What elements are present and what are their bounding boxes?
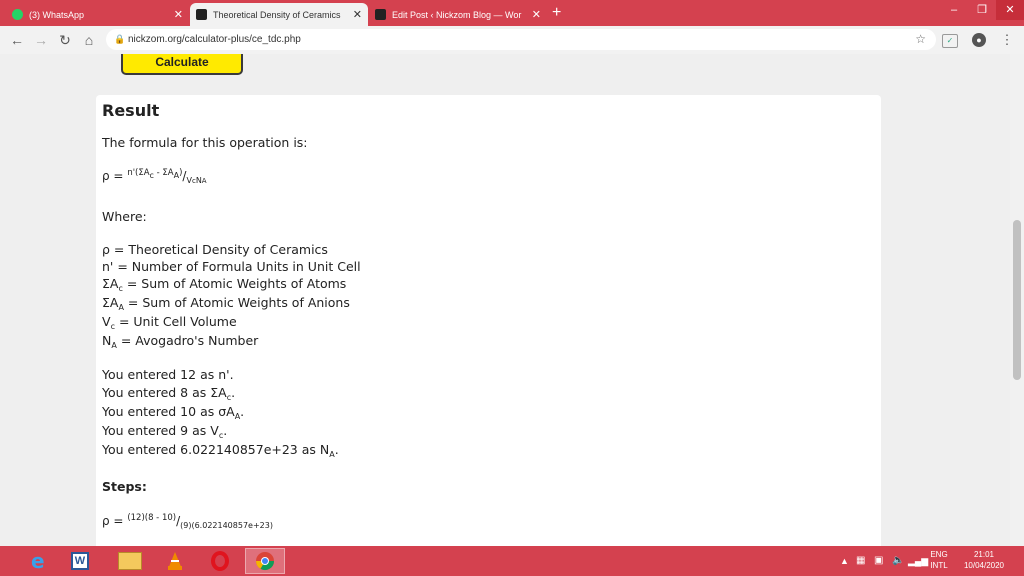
browser-toolbar: ← → ↻ ⌂ 🔒 nickzom.org/calculator-plus/ce… bbox=[0, 26, 1024, 55]
menu-kebab-icon[interactable]: ⋮ bbox=[998, 31, 1016, 49]
url-text: nickzom.org/calculator-plus/ce_tdc.php bbox=[128, 34, 301, 45]
language-indicator[interactable]: ENG INTL bbox=[926, 550, 952, 570]
layout-text: INTL bbox=[930, 561, 948, 570]
formula: ρ = n'(ΣAc - ΣAA)/VcNA bbox=[102, 168, 207, 185]
minimize-icon[interactable]: – bbox=[940, 0, 968, 20]
entry-na: You entered 6.022140857e+23 as NA. bbox=[102, 442, 339, 459]
entry-ac-text: You entered 8 as ΣA bbox=[102, 385, 227, 400]
new-tab-icon[interactable]: + bbox=[552, 3, 561, 23]
tab-title: (3) WhatsApp bbox=[29, 9, 85, 20]
def-aa-text: = Sum of Atomic Weights of Anions bbox=[127, 295, 350, 310]
entry-vc: You entered 9 as Vc. bbox=[102, 423, 228, 440]
where-label: Where: bbox=[102, 209, 147, 224]
def-vc-text: = Unit Cell Volume bbox=[118, 314, 237, 329]
entry-n: You entered 12 as n'. bbox=[102, 367, 234, 382]
tab-theoretical-density[interactable]: Theoretical Density of Ceramics ✕ bbox=[190, 3, 368, 26]
close-window-icon[interactable]: ✕ bbox=[996, 0, 1024, 20]
vlc-icon[interactable] bbox=[155, 548, 195, 574]
result-card: Result The formula for this operation is… bbox=[96, 95, 881, 546]
system-clock[interactable]: 21:01 10/04/2020 bbox=[958, 550, 1010, 570]
entry-ac: You entered 8 as ΣAc. bbox=[102, 385, 236, 402]
scroll-thumb[interactable] bbox=[1013, 220, 1021, 380]
close-tab-icon[interactable]: ✕ bbox=[174, 8, 183, 21]
steps-label: Steps: bbox=[102, 479, 147, 494]
lock-icon: 🔒 bbox=[114, 34, 126, 44]
chrome-icon[interactable] bbox=[245, 548, 285, 574]
nickzom-icon bbox=[375, 9, 386, 20]
reload-icon[interactable]: ↻ bbox=[56, 30, 74, 50]
back-icon[interactable]: ← bbox=[8, 30, 26, 50]
svg-text:e: e bbox=[31, 550, 45, 572]
lang-text: ENG bbox=[930, 550, 948, 559]
address-bar[interactable]: 🔒 nickzom.org/calculator-plus/ce_tdc.php… bbox=[106, 29, 936, 50]
calculate-button[interactable]: Calculate bbox=[121, 54, 243, 75]
word-icon[interactable]: W bbox=[60, 548, 100, 574]
def-n: n' = Number of Formula Units in Unit Cel… bbox=[102, 259, 361, 274]
steps-formula: ρ = (12)(8 - 10)/(9)(6.022140857e+23) bbox=[102, 513, 273, 530]
def-na: NA = Avogadro's Number bbox=[102, 333, 259, 350]
tab-edit-post[interactable]: Edit Post ‹ Nickzom Blog — Wor ✕ bbox=[369, 3, 547, 26]
tray-network-icon[interactable]: ▦ bbox=[856, 555, 865, 566]
formula-intro: The formula for this operation is: bbox=[102, 135, 308, 150]
profile-avatar-icon[interactable]: ● bbox=[972, 33, 986, 47]
whatsapp-icon bbox=[12, 9, 23, 20]
entry-na-text: You entered 6.022140857e+23 as N bbox=[102, 442, 330, 457]
opera-icon[interactable] bbox=[200, 548, 240, 574]
def-aa: ΣAA = Sum of Atomic Weights of Anions bbox=[102, 295, 350, 312]
windows-taskbar: e W ▲ ▦ ▣ 🔈 ▂▄▆ ENG INTL 21:01 10/04/202… bbox=[0, 546, 1024, 576]
tray-action-icon[interactable]: ▣ bbox=[874, 555, 883, 566]
tray-overflow-icon[interactable]: ▲ bbox=[840, 556, 849, 566]
def-ac-text: = Sum of Atomic Weights of Atoms bbox=[126, 276, 347, 291]
steps-numerator: (12)(8 - 10) bbox=[127, 513, 177, 523]
tab-title: Edit Post ‹ Nickzom Blog — Wor bbox=[392, 9, 522, 20]
internet-explorer-icon[interactable]: e bbox=[18, 548, 58, 574]
entry-aa-text: You entered 10 as σA bbox=[102, 404, 235, 419]
clock-date: 10/04/2020 bbox=[963, 561, 1005, 570]
home-icon[interactable]: ⌂ bbox=[80, 30, 98, 50]
entry-vc-text: You entered 9 as V bbox=[102, 423, 219, 438]
browser-tab-bar: (3) WhatsApp ✕ Theoretical Density of Ce… bbox=[0, 0, 1024, 26]
close-tab-icon[interactable]: ✕ bbox=[353, 8, 362, 21]
close-tab-icon[interactable]: ✕ bbox=[532, 8, 541, 21]
result-heading: Result bbox=[102, 101, 160, 120]
page-scrollbar[interactable] bbox=[1010, 54, 1024, 546]
file-explorer-icon[interactable] bbox=[110, 548, 150, 574]
restore-icon[interactable]: ❐ bbox=[968, 0, 996, 20]
volume-icon[interactable]: 🔈 bbox=[892, 555, 904, 566]
forward-icon[interactable]: → bbox=[32, 30, 50, 50]
extension-icon[interactable]: ✓ bbox=[942, 34, 958, 48]
def-rho: ρ = Theoretical Density of Ceramics bbox=[102, 242, 328, 257]
def-na-text: = Avogadro's Number bbox=[120, 333, 259, 348]
def-ac: ΣAc = Sum of Atomic Weights of Atoms bbox=[102, 276, 347, 293]
clock-time: 21:01 bbox=[973, 550, 995, 559]
page-content: Calculate Result The formula for this op… bbox=[0, 54, 1010, 546]
entry-aa: You entered 10 as σAA. bbox=[102, 404, 245, 421]
def-vc: Vc = Unit Cell Volume bbox=[102, 314, 237, 331]
tab-title: Theoretical Density of Ceramics bbox=[213, 9, 341, 20]
bookmark-star-icon[interactable]: ☆ bbox=[915, 29, 926, 50]
nickzom-icon bbox=[196, 9, 207, 20]
steps-denominator: (9)(6.022140857e+23) bbox=[180, 521, 273, 530]
tab-whatsapp[interactable]: (3) WhatsApp ✕ bbox=[6, 3, 189, 26]
